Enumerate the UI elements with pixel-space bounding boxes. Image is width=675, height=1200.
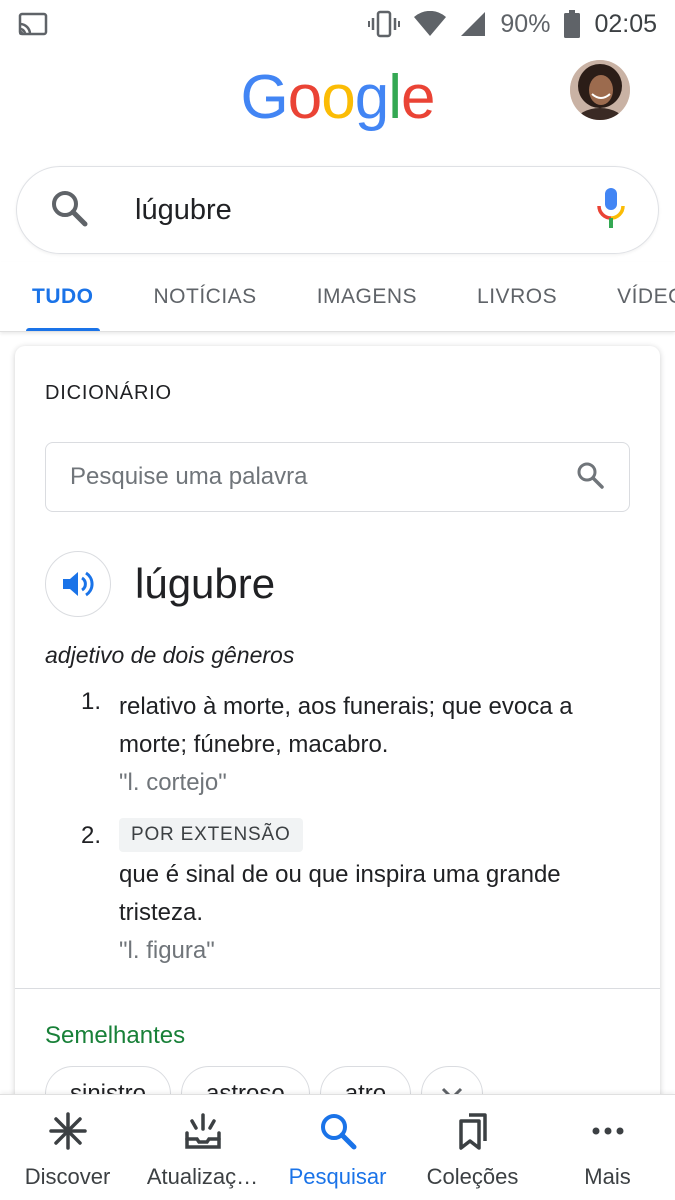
sense-definition: que é sinal de ou que inspira uma grande… xyxy=(119,861,561,926)
battery-percent: 90% xyxy=(500,9,551,38)
nav-label: Discover xyxy=(24,1164,111,1189)
tab-videos[interactable]: VÍDEOS xyxy=(617,262,675,331)
similar-label: Semelhantes xyxy=(45,1022,186,1049)
search-input[interactable]: lúgubre xyxy=(135,194,596,227)
logo-letter: o xyxy=(321,63,355,132)
updates-icon xyxy=(183,1111,223,1156)
nav-discover[interactable]: Discover xyxy=(0,1095,135,1200)
headword: lúgubre xyxy=(135,560,276,607)
card-title: DICIONÁRIO xyxy=(45,382,172,404)
part-of-speech: adjetivo de dois gêneros xyxy=(45,642,295,668)
mic-icon[interactable] xyxy=(596,186,626,235)
nav-label: Coleções xyxy=(426,1164,519,1189)
nav-collections[interactable]: Coleções xyxy=(405,1095,540,1200)
cast-icon xyxy=(18,12,48,36)
tab-noticias[interactable]: NOTÍCIAS xyxy=(154,262,257,331)
nav-label: Mais xyxy=(584,1164,631,1189)
battery-icon xyxy=(564,10,581,38)
logo-letter: e xyxy=(400,63,435,132)
nav-label: Atualizaç… xyxy=(146,1164,259,1189)
sense-number: 1. xyxy=(81,688,102,715)
wifi-icon xyxy=(414,11,447,37)
search-tabs: TUDO NOTÍCIAS IMAGENS LIVROS VÍDEOS xyxy=(0,262,675,332)
search-icon xyxy=(318,1111,358,1156)
tab-imagens[interactable]: IMAGENS xyxy=(317,262,417,331)
sense-item: 1. relativo à morte, aos funerais; que e… xyxy=(81,688,641,802)
dictionary-search-placeholder[interactable]: Pesquise uma palavra xyxy=(70,463,575,491)
dictionary-search-field[interactable]: Pesquise uma palavra xyxy=(45,442,630,512)
sense-item: 2. POR EXTENSÃO que é sinal de ou que in… xyxy=(81,818,641,970)
nav-search[interactable]: Pesquisar xyxy=(270,1095,405,1200)
dictionary-card: DICIONÁRIO Pesquise uma palavra lúgubre … xyxy=(15,346,660,1146)
clock: 02:05 xyxy=(594,9,657,38)
search-bar[interactable]: lúgubre xyxy=(16,166,659,254)
sense-number: 2. xyxy=(81,822,102,849)
speaker-icon[interactable] xyxy=(45,551,111,617)
logo-letter: g xyxy=(354,63,389,132)
signal-icon xyxy=(460,11,486,37)
status-bar: 90% 02:05 xyxy=(0,0,675,48)
logo-letter: G xyxy=(240,63,289,132)
search-icon[interactable] xyxy=(49,188,135,233)
usage-tag: POR EXTENSÃO xyxy=(119,818,303,852)
sense-definition: relativo à morte, aos funerais; que evoc… xyxy=(119,693,573,758)
sense-example: "l. figura" xyxy=(119,937,215,964)
tab-tudo[interactable]: TUDO xyxy=(26,262,99,331)
vibrate-icon xyxy=(368,10,401,38)
avatar[interactable] xyxy=(570,60,630,120)
nav-updates[interactable]: Atualizaç… xyxy=(135,1095,270,1200)
sense-example: "l. cortejo" xyxy=(119,769,227,796)
more-dots-icon xyxy=(588,1111,628,1156)
asterisk-icon xyxy=(48,1111,88,1156)
nav-label: Pesquisar xyxy=(288,1164,387,1189)
bottom-navigation: Discover Atualizaç… Pesquisar Coleções M… xyxy=(0,1094,675,1200)
tab-livros[interactable]: LIVROS xyxy=(477,262,557,331)
search-icon[interactable] xyxy=(575,460,605,495)
collections-icon xyxy=(453,1111,493,1156)
logo-letter: o xyxy=(287,63,322,132)
logo-letter: l xyxy=(388,63,402,132)
divider xyxy=(15,988,660,989)
headword-row: lúgubre xyxy=(45,551,275,617)
nav-more[interactable]: Mais xyxy=(540,1095,675,1200)
